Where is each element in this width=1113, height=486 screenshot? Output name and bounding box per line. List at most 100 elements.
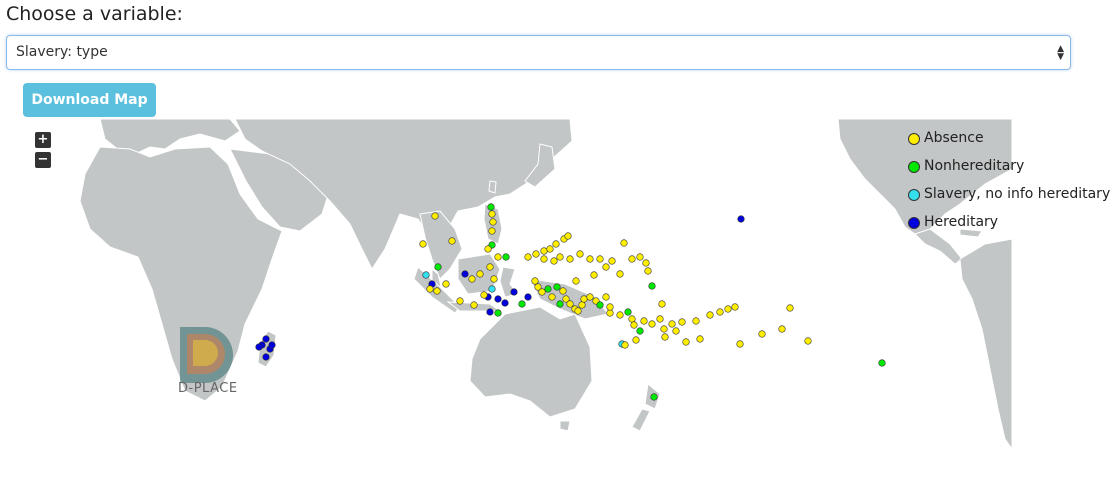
society-marker[interactable]	[606, 303, 614, 311]
society-marker[interactable]	[758, 330, 766, 338]
society-marker[interactable]	[489, 218, 497, 226]
society-marker[interactable]	[616, 311, 624, 319]
society-marker[interactable]	[737, 215, 745, 223]
society-marker[interactable]	[480, 291, 488, 299]
society-marker[interactable]	[486, 308, 494, 316]
society-marker[interactable]	[546, 245, 554, 253]
society-marker[interactable]	[566, 255, 574, 263]
society-marker[interactable]	[621, 341, 629, 349]
society-marker[interactable]	[531, 277, 539, 285]
society-marker[interactable]	[448, 237, 456, 245]
society-marker[interactable]	[778, 325, 786, 333]
society-marker[interactable]	[268, 341, 276, 349]
society-marker[interactable]	[486, 263, 494, 271]
society-marker[interactable]	[640, 317, 648, 325]
society-marker[interactable]	[602, 293, 610, 301]
download-map-button[interactable]: Download Map	[23, 83, 156, 117]
society-marker[interactable]	[490, 275, 498, 283]
society-marker[interactable]	[602, 263, 610, 271]
society-marker[interactable]	[494, 309, 502, 317]
society-marker[interactable]	[636, 327, 644, 335]
society-marker[interactable]	[442, 280, 450, 288]
society-marker[interactable]	[596, 301, 604, 309]
society-marker[interactable]	[661, 333, 669, 341]
society-marker[interactable]	[692, 317, 700, 325]
society-marker[interactable]	[476, 270, 484, 278]
society-marker[interactable]	[731, 303, 739, 311]
society-marker[interactable]	[494, 253, 502, 261]
society-marker[interactable]	[624, 308, 632, 316]
zoom-in-button[interactable]: +	[35, 132, 51, 148]
society-marker[interactable]	[419, 240, 427, 248]
society-marker[interactable]	[724, 305, 732, 313]
society-marker[interactable]	[630, 321, 638, 329]
society-marker[interactable]	[433, 287, 441, 295]
society-marker[interactable]	[502, 253, 510, 261]
society-marker[interactable]	[628, 315, 636, 323]
society-marker[interactable]	[736, 340, 744, 348]
society-marker[interactable]	[642, 259, 650, 267]
society-marker[interactable]	[644, 267, 652, 275]
society-marker[interactable]	[590, 271, 598, 279]
society-marker[interactable]	[682, 338, 690, 346]
society-marker[interactable]	[426, 285, 434, 293]
society-marker[interactable]	[596, 255, 604, 263]
society-marker[interactable]	[672, 327, 680, 335]
society-marker[interactable]	[606, 309, 614, 317]
society-marker[interactable]	[470, 301, 478, 309]
society-marker[interactable]	[632, 336, 640, 344]
society-marker[interactable]	[620, 239, 628, 247]
society-marker[interactable]	[552, 240, 560, 248]
society-marker[interactable]	[524, 293, 532, 301]
society-marker[interactable]	[572, 277, 580, 285]
society-marker[interactable]	[550, 257, 558, 265]
society-marker[interactable]	[556, 300, 564, 308]
society-marker[interactable]	[564, 232, 572, 240]
society-marker[interactable]	[706, 311, 714, 319]
society-marker[interactable]	[548, 293, 556, 301]
society-marker[interactable]	[510, 288, 518, 296]
society-marker[interactable]	[804, 337, 812, 345]
society-marker[interactable]	[540, 255, 548, 263]
society-marker[interactable]	[576, 250, 584, 258]
society-marker[interactable]	[544, 285, 552, 293]
society-marker[interactable]	[518, 300, 526, 308]
society-marker[interactable]	[608, 257, 616, 265]
society-marker[interactable]	[578, 301, 586, 309]
society-marker[interactable]	[262, 335, 270, 343]
society-marker[interactable]	[488, 210, 496, 218]
society-marker[interactable]	[574, 307, 582, 315]
society-marker[interactable]	[524, 253, 532, 261]
society-marker[interactable]	[648, 282, 656, 290]
society-marker[interactable]	[696, 335, 704, 343]
society-marker[interactable]	[532, 250, 540, 258]
society-marker[interactable]	[650, 393, 658, 401]
society-marker[interactable]	[648, 320, 656, 328]
society-marker[interactable]	[656, 315, 664, 323]
society-marker[interactable]	[461, 270, 469, 278]
society-marker[interactable]	[628, 255, 636, 263]
society-marker[interactable]	[468, 275, 476, 283]
society-marker[interactable]	[488, 227, 496, 235]
society-marker[interactable]	[553, 283, 561, 291]
society-marker[interactable]	[494, 295, 502, 303]
society-marker[interactable]	[616, 270, 624, 278]
society-marker[interactable]	[580, 295, 588, 303]
society-marker[interactable]	[484, 245, 492, 253]
society-marker[interactable]	[786, 304, 794, 312]
society-marker[interactable]	[456, 297, 464, 305]
society-marker[interactable]	[559, 287, 567, 295]
society-marker[interactable]	[586, 293, 594, 301]
zoom-out-button[interactable]: −	[35, 152, 51, 168]
society-marker[interactable]	[566, 300, 574, 308]
society-marker[interactable]	[660, 325, 668, 333]
society-marker[interactable]	[262, 353, 270, 361]
society-marker[interactable]	[422, 271, 430, 279]
society-marker[interactable]	[487, 203, 495, 211]
society-marker[interactable]	[255, 343, 263, 351]
society-marker[interactable]	[556, 253, 564, 261]
society-marker[interactable]	[586, 255, 594, 263]
society-marker[interactable]	[716, 308, 724, 316]
society-marker[interactable]	[636, 253, 644, 261]
variable-select[interactable]: Slavery: type ▲ ▼	[6, 35, 1071, 70]
